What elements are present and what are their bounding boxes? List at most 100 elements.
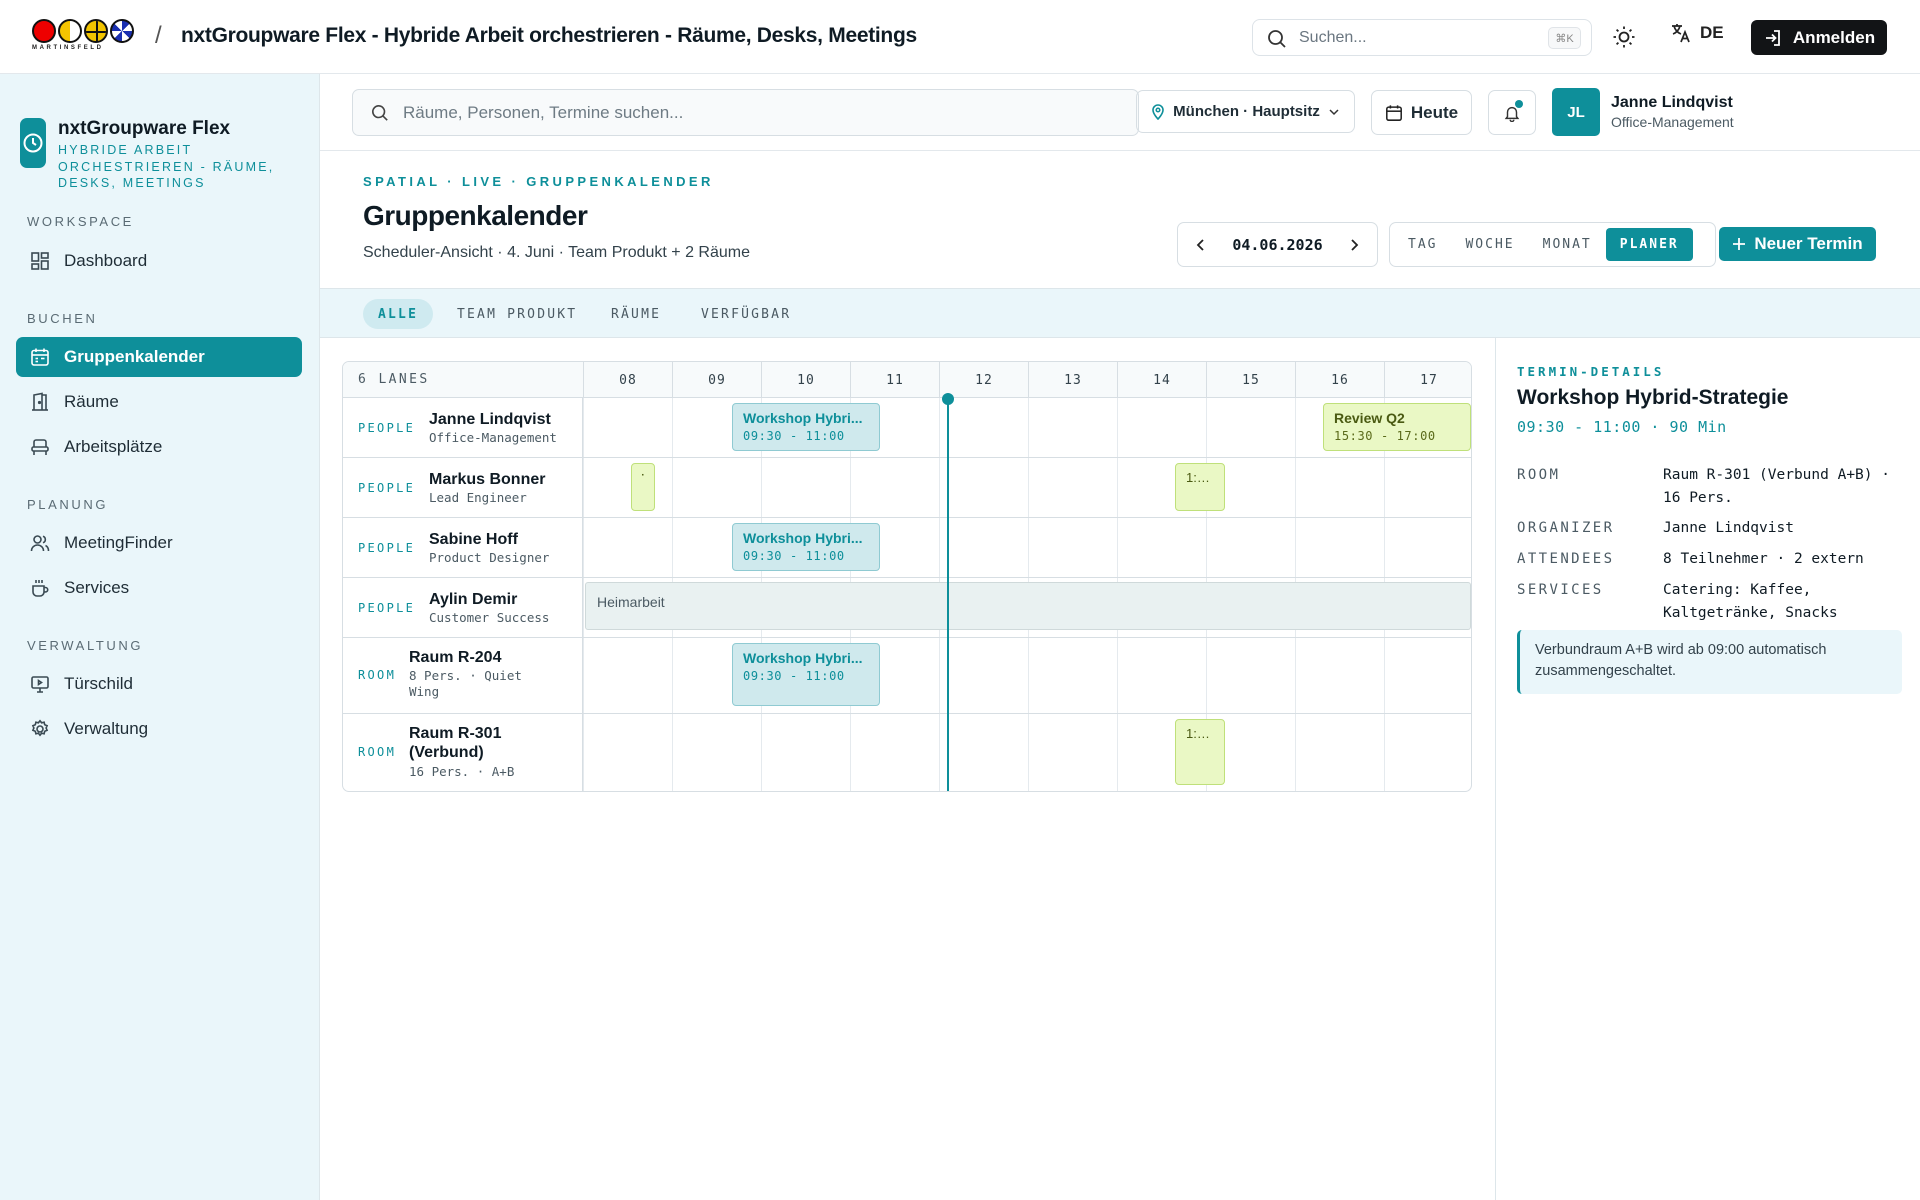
sidebar-item-dashboard[interactable]: Dashboard bbox=[16, 241, 302, 281]
main-search-placeholder: Räume, Personen, Termine suchen... bbox=[403, 102, 684, 122]
details-time: 09:30 - 11:00 · 90 Min bbox=[1517, 418, 1727, 436]
sidebar-item-raeume[interactable]: Räume bbox=[16, 382, 302, 422]
clock-icon bbox=[20, 118, 46, 168]
event-title: 1:1... bbox=[1186, 726, 1214, 741]
logo-caption: MARTINSFELD bbox=[32, 45, 104, 51]
notification-dot bbox=[1515, 100, 1523, 108]
services-value: Catering: Kaffee, Kaltgetränke, Snacks bbox=[1663, 582, 1838, 621]
event-title: 1:1... bbox=[1186, 470, 1214, 485]
lane-name: Janne Lindqvist bbox=[429, 411, 551, 428]
lane-label: PEOPLE Sabine Hoff Product Designer bbox=[343, 518, 583, 577]
notifications-button[interactable] bbox=[1488, 90, 1536, 135]
lane-sub: 16 Pers. · A+B bbox=[409, 764, 515, 779]
event-one-on-one[interactable]: 1:1... bbox=[1175, 463, 1225, 511]
lane-label: PEOPLE Janne Lindqvist Office-Management bbox=[343, 398, 583, 457]
hour-header: 15 bbox=[1206, 362, 1295, 398]
current-time-line bbox=[946, 398, 949, 791]
lane-name: Raum R-204 bbox=[409, 649, 502, 666]
event-workshop[interactable]: Workshop Hybri... 09:30 - 11:00 bbox=[732, 643, 880, 706]
hour-header: 17 bbox=[1384, 362, 1471, 398]
sidebar-item-meetingfinder[interactable]: MeetingFinder bbox=[16, 523, 302, 563]
event-short[interactable]: · bbox=[631, 463, 655, 511]
filter-alle[interactable]: ALLE bbox=[363, 299, 434, 329]
filter-raeume[interactable]: RÄUME bbox=[596, 299, 676, 329]
login-icon bbox=[1765, 29, 1780, 46]
filter-team-produkt[interactable]: TEAM PRODUKT bbox=[442, 299, 592, 329]
filter-bar: ALLE TEAM PRODUKT RÄUME VERFÜGBAR bbox=[320, 288, 1920, 338]
brand-name: nxtGroupware Flex bbox=[58, 118, 231, 139]
organizer-value: Janne Lindqvist bbox=[1663, 520, 1794, 536]
lane-type: PEOPLE bbox=[358, 541, 416, 555]
hour-header: 12 bbox=[939, 362, 1028, 398]
martinsfeld-logo[interactable]: MARTINSFELD bbox=[32, 19, 138, 55]
login-label: Anmelden bbox=[1792, 27, 1876, 47]
title-separator: / bbox=[155, 22, 162, 49]
top-bar: MARTINSFELD / nxtGroupware Flex - Hybrid… bbox=[0, 0, 1920, 74]
search-icon bbox=[371, 104, 388, 121]
hour-header: 08 bbox=[583, 362, 672, 398]
chevron-left-icon[interactable] bbox=[1194, 238, 1208, 252]
lane-sub: Customer Success bbox=[429, 610, 550, 625]
lane-row: PEOPLE Markus Bonner Lead Engineer · 1:1… bbox=[343, 458, 1471, 518]
sidebar-item-tuerschild[interactable]: Türschild bbox=[16, 664, 302, 704]
info-note: Verbundraum A+B wird ab 09:00 automatisc… bbox=[1517, 630, 1902, 694]
calendar-icon bbox=[1385, 104, 1402, 121]
event-workshop[interactable]: Workshop Hybri... 09:30 - 11:00 bbox=[732, 523, 880, 571]
sidebar-item-gruppenkalender[interactable]: Gruppenkalender bbox=[16, 337, 302, 377]
lane-row: PEOPLE Sabine Hoff Product Designer Work… bbox=[343, 518, 1471, 578]
lane-type: PEOPLE bbox=[358, 421, 416, 435]
main-search-input[interactable]: Räume, Personen, Termine suchen... bbox=[352, 89, 1139, 136]
theme-toggle-sun-icon[interactable] bbox=[1612, 25, 1636, 54]
attendees-value: 8 Teilnehmer · 2 extern bbox=[1663, 551, 1864, 567]
event-one-on-one[interactable]: 1:1... bbox=[1175, 719, 1225, 785]
shortcut-badge: ⌘K bbox=[1548, 27, 1581, 49]
hour-header: 11 bbox=[850, 362, 939, 398]
date-navigator: 04.06.2026 bbox=[1177, 222, 1378, 267]
tab-tag[interactable]: TAG bbox=[1394, 228, 1451, 261]
sidebar-item-label: MeetingFinder bbox=[64, 533, 173, 552]
hour-header: 09 bbox=[672, 362, 761, 398]
lanes-count: 6 LANES bbox=[358, 372, 430, 387]
global-search-input[interactable]: Suchen... ⌘K bbox=[1252, 19, 1592, 56]
details-caption: TERMIN-DETAILS bbox=[1517, 364, 1665, 379]
sidebar-item-arbeitsplaetze[interactable]: Arbeitsplätze bbox=[16, 427, 302, 467]
current-date[interactable]: 04.06.2026 bbox=[1232, 236, 1322, 254]
lane-sub: 8 Pers. · Quiet Wing bbox=[409, 668, 522, 699]
services-key: SERVICES bbox=[1517, 582, 1604, 598]
hour-header: 10 bbox=[761, 362, 850, 398]
sidebar-item-label: Services bbox=[64, 578, 130, 597]
tab-woche[interactable]: WOCHE bbox=[1451, 228, 1528, 261]
avatar[interactable]: JL bbox=[1552, 88, 1600, 136]
event-time: 09:30 - 11:00 bbox=[743, 549, 845, 563]
event-workshop[interactable]: Workshop Hybri... 09:30 - 11:00 bbox=[732, 403, 880, 451]
lane-type: ROOM bbox=[358, 668, 397, 682]
event-title: Workshop Hybri... bbox=[743, 410, 863, 426]
main-area: Räume, Personen, Termine suchen... Münch… bbox=[320, 74, 1920, 1200]
current-time-dot bbox=[941, 393, 954, 405]
sidebar-item-verwaltung[interactable]: Verwaltung bbox=[16, 709, 302, 749]
today-button[interactable]: Heute bbox=[1371, 90, 1472, 135]
lane-row: ROOM Raum R-301 (Verbund) 16 Pers. · A+B… bbox=[343, 714, 1471, 791]
lane-label: ROOM Raum R-301 (Verbund) 16 Pers. · A+B bbox=[343, 714, 583, 791]
event-time: 09:30 - 11:00 bbox=[743, 429, 845, 443]
scheduler-grid: 6 LANES 08 09 10 11 12 13 14 15 16 17 PEOPLE Jann… bbox=[342, 361, 1472, 792]
event-review[interactable]: Review Q2 15:30 - 17:00 bbox=[1323, 403, 1471, 451]
lane-label: PEOPLE Markus Bonner Lead Engineer bbox=[343, 458, 583, 517]
user-role: Office-Management bbox=[1611, 114, 1734, 130]
login-button[interactable]: Anmelden bbox=[1751, 20, 1887, 55]
section-planung: PLANUNG bbox=[27, 497, 109, 512]
tab-monat[interactable]: MONAT bbox=[1529, 228, 1606, 261]
new-appointment-button[interactable]: Neuer Termin bbox=[1719, 227, 1876, 261]
lane-sub: Office-Management bbox=[429, 430, 557, 445]
global-search-placeholder: Suchen... bbox=[1299, 28, 1367, 46]
location-select[interactable]: München · Hauptsitz bbox=[1136, 90, 1355, 133]
lane-row: ROOM Raum R-204 8 Pers. · Quiet Wing Wor… bbox=[343, 638, 1471, 714]
language-switcher[interactable]: DE bbox=[1670, 22, 1724, 44]
filter-verfuegbar[interactable]: VERFÜGBAR bbox=[686, 299, 806, 329]
page-title: Gruppenkalender bbox=[363, 200, 588, 231]
home-office-block[interactable]: Heimarbeit bbox=[585, 582, 1471, 630]
lane-row: PEOPLE Janne Lindqvist Office-Management… bbox=[343, 398, 1471, 458]
tab-planer[interactable]: PLANER bbox=[1605, 228, 1693, 261]
sidebar-item-services[interactable]: Services bbox=[16, 568, 302, 608]
chevron-right-icon[interactable] bbox=[1347, 238, 1361, 252]
